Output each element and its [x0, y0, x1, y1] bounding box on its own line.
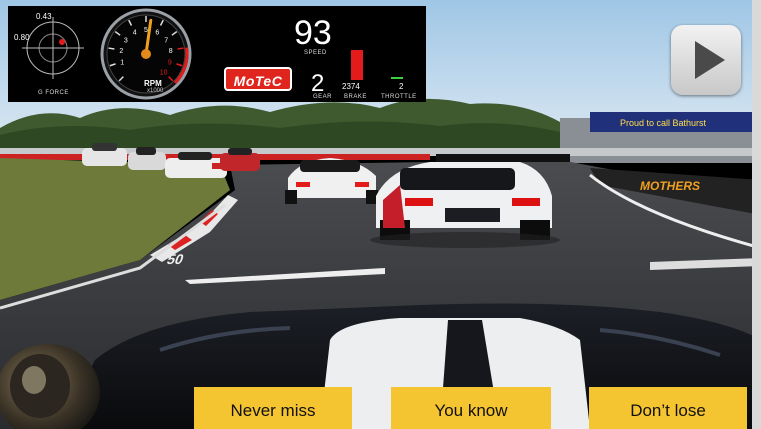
speed-label: SPEED: [304, 50, 327, 56]
telemetry-overlay: 0.43 0.80 G FORCE 1 2 3 4 5 6 7 8 9 10 RPM x1000 …: [8, 6, 426, 102]
trackside-banner: Proud to call Bathurst: [620, 118, 707, 128]
gforce-dot: [59, 39, 65, 45]
brake-label: BRAKE: [344, 94, 367, 100]
throttle-value: 2: [399, 82, 404, 91]
brake-bar: [351, 50, 363, 80]
gforce-lateral-value: 0.43: [36, 12, 52, 21]
brake-value: 2374: [342, 82, 360, 91]
camera-lens-graphic: [0, 344, 100, 429]
rpm-tick-label: 6: [155, 30, 159, 37]
rpm-tick-label: 9: [168, 60, 172, 67]
promo-tab-dont-lose[interactable]: Don’t lose: [589, 387, 747, 429]
rpm-tick-label: 2: [119, 48, 123, 55]
svg-text:MOTHERS: MOTHERS: [640, 179, 700, 193]
rpm-tick-label: 10: [160, 70, 168, 77]
play-icon: [695, 41, 725, 79]
throttle-label: THROTTLE: [381, 94, 417, 100]
video-player[interactable]: Proud to call Bathurst MOTHERS 50 0.43 0…: [0, 0, 761, 429]
rpm-label: RPM: [144, 79, 162, 88]
gforce-label: G FORCE: [38, 90, 69, 96]
gforce-longitudinal-value: 0.80: [14, 33, 30, 42]
rpm-tick-label: 3: [124, 37, 128, 44]
rpm-tick-label: 4: [133, 30, 137, 37]
rpm-hub: [141, 49, 151, 59]
speed-value: 93: [294, 14, 332, 52]
rpm-tick-label: 7: [164, 37, 168, 44]
rpm-tick-label: 5: [144, 27, 148, 34]
gforce-crosshair: [22, 17, 84, 79]
play-button[interactable]: [671, 25, 741, 95]
promo-tab-never-miss[interactable]: Never miss: [194, 387, 352, 429]
gear-label: GEAR: [313, 94, 333, 100]
rpm-multiplier: x1000: [147, 88, 164, 94]
motec-logo: MoTeC: [224, 67, 292, 91]
rpm-tick: [177, 47, 184, 50]
rpm-tick-label: 1: [120, 60, 124, 67]
rpm-tick-label: 8: [169, 48, 173, 55]
throttle-bar: [391, 77, 403, 79]
promo-tab-you-know[interactable]: You know: [391, 387, 551, 429]
rpm-tick: [108, 47, 115, 50]
